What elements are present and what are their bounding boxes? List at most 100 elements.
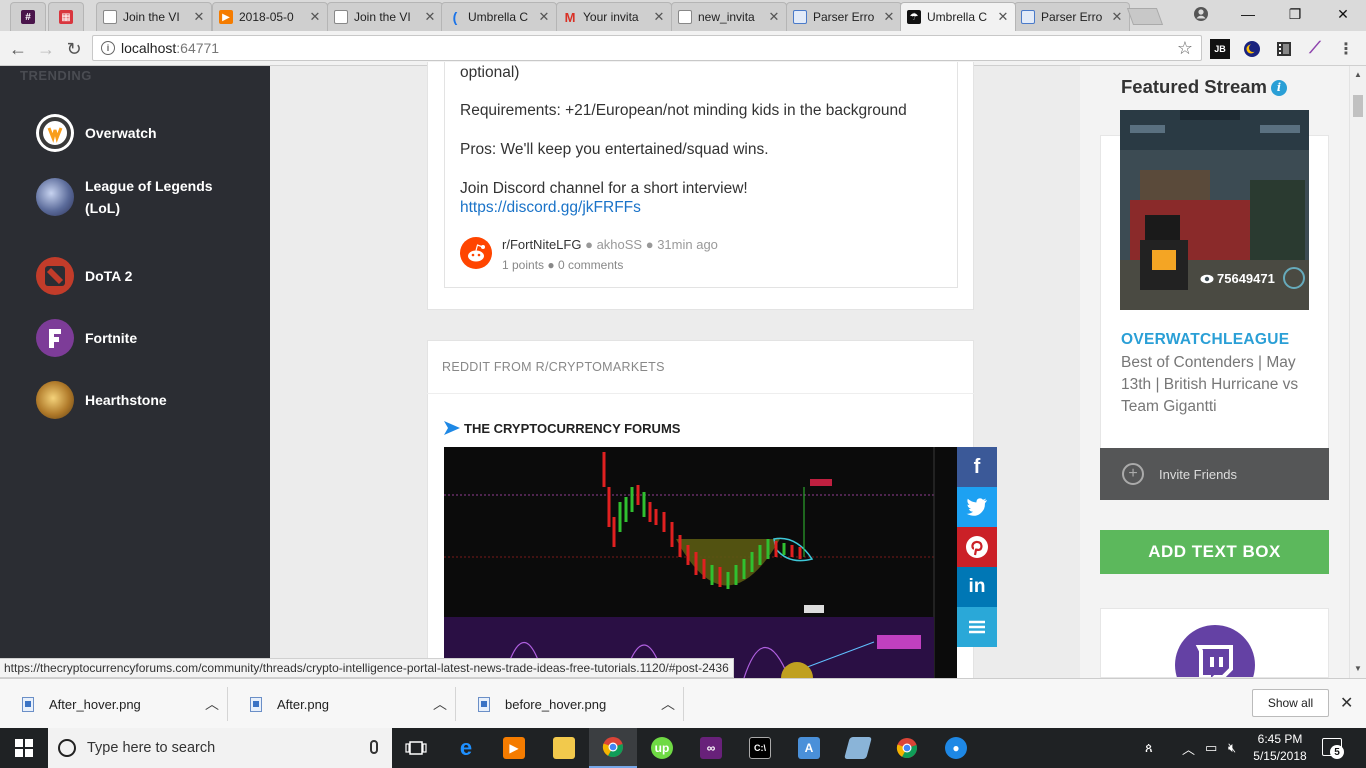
pen-extension-icon[interactable]: ⟋ <box>1305 39 1325 59</box>
close-icon[interactable]: ✕ <box>309 9 321 25</box>
tab-umbrella-active[interactable]: ☂ Umbrella C ✕ <box>900 2 1016 31</box>
tab-label: 2018-05-0 <box>239 10 294 24</box>
restore-button[interactable]: ❐ <box>1272 0 1318 28</box>
forum-title-link[interactable]: THE CRYPTOCURRENCY FORUMS <box>464 421 680 436</box>
umbrella-icon: ☂ <box>907 10 921 24</box>
trading-chart-image[interactable] <box>444 447 957 678</box>
download-item[interactable]: After_hover.png ︿ <box>0 687 228 721</box>
taskbar-clock[interactable]: 6:45 PM 5/15/2018 <box>1245 731 1315 765</box>
maps-icon[interactable]: ● <box>932 728 980 768</box>
microphone-icon[interactable] <box>370 740 378 754</box>
close-icon[interactable]: ✕ <box>653 9 665 25</box>
edge-browser-icon[interactable]: e <box>442 728 490 768</box>
subreddit-link[interactable]: r/FortNiteLFG <box>502 237 581 252</box>
reload-icon[interactable]: ↻ <box>62 37 86 61</box>
chevron-up-icon[interactable]: ︿ <box>653 694 683 714</box>
new-tab-button[interactable] <box>1126 8 1164 25</box>
close-icon[interactable]: ✕ <box>1111 9 1123 25</box>
chrome-icon[interactable] <box>589 728 637 768</box>
scroll-up-icon[interactable]: ▲ <box>1354 70 1362 79</box>
add-text-box-button[interactable]: ADD TEXT BOX <box>1100 530 1329 574</box>
viewer-count-value: 75649471 <box>1217 271 1275 286</box>
close-icon[interactable]: ✕ <box>538 9 550 25</box>
taskbar-search-input[interactable]: Type here to search <box>48 728 392 768</box>
show-all-downloads-button[interactable]: Show all <box>1252 689 1329 717</box>
tab-join-vi-1[interactable]: Join the VI ✕ <box>96 2 212 31</box>
chevron-up-icon[interactable]: ︿ <box>197 694 227 714</box>
media-player-icon[interactable]: ▶ <box>490 728 538 768</box>
sidebar-item-dota2[interactable]: DoTA 2 <box>36 257 266 295</box>
viewer-count: 75649471 <box>1200 271 1275 286</box>
tab-join-vi-2[interactable]: Join the VI ✕ <box>327 2 443 31</box>
profile-icon[interactable] <box>1178 0 1224 28</box>
chrome-2-icon[interactable] <box>883 728 931 768</box>
loading-icon: ( <box>452 9 458 25</box>
sidebar-item-overwatch[interactable]: Overwatch <box>36 114 266 152</box>
linkedin-share-icon[interactable]: in <box>957 567 997 607</box>
people-icon[interactable]: ጰ <box>1145 728 1153 768</box>
upwork-icon[interactable]: up <box>638 728 686 768</box>
tab-gmail[interactable]: M Your invita ✕ <box>556 2 672 31</box>
close-icon[interactable]: ✕ <box>997 9 1009 25</box>
facebook-share-icon[interactable]: f <box>957 447 997 487</box>
film-extension-icon[interactable] <box>1274 39 1294 59</box>
moon-extension-icon[interactable] <box>1242 39 1262 59</box>
stream-channel-link[interactable]: OVERWATCHLEAGUE <box>1121 331 1289 349</box>
scroll-down-icon[interactable]: ▼ <box>1354 664 1362 673</box>
tab-parser-error-2[interactable]: Parser Erro ✕ <box>1014 2 1130 31</box>
sidebar-item-league-of-legends[interactable]: League of Legends (LoL) <box>36 175 266 219</box>
paint-icon[interactable]: A <box>785 728 833 768</box>
buffer-share-icon[interactable] <box>957 607 997 647</box>
tab-slack[interactable]: # <box>10 2 46 31</box>
close-window-button[interactable]: ✕ <box>1320 0 1366 28</box>
tab-parser-error-1[interactable]: Parser Erro ✕ <box>786 2 902 31</box>
sidebar-item-fortnite[interactable]: Fortnite <box>36 319 266 357</box>
twitter-share-icon[interactable] <box>957 487 997 527</box>
volume-muted-icon[interactable]: 🔇︎ <box>1228 728 1236 768</box>
twitch-icon[interactable] <box>1175 625 1255 677</box>
show-hidden-icons[interactable]: ︿ <box>1182 728 1195 768</box>
tab-calendar[interactable]: ▦ <box>48 2 84 31</box>
close-icon[interactable]: ✕ <box>768 9 780 25</box>
tab-umbrella-1[interactable]: ( Umbrella C ✕ <box>441 2 557 31</box>
visual-studio-icon[interactable]: ∞ <box>687 728 735 768</box>
network-icon[interactable]: ▭ <box>1205 728 1217 768</box>
invite-friends-button[interactable]: + Invite Friends <box>1100 448 1329 500</box>
page-scrollbar[interactable]: ▲ ▼ <box>1349 66 1366 678</box>
section-title: REDDIT FROM R/CRYPTOMARKETS <box>442 360 665 374</box>
tab-new-invitation[interactable]: new_invita ✕ <box>671 2 787 31</box>
sidebar-item-hearthstone[interactable]: Hearthstone <box>36 381 266 419</box>
close-icon[interactable]: ✕ <box>424 9 436 25</box>
download-item[interactable]: before_hover.png ︿ <box>456 687 684 721</box>
post-author[interactable]: akhoSS <box>597 237 643 252</box>
file-explorer-icon[interactable] <box>540 728 588 768</box>
overwatch-icon <box>36 114 74 152</box>
close-icon[interactable]: ✕ <box>883 9 895 25</box>
pinterest-share-icon[interactable] <box>957 527 997 567</box>
info-icon[interactable]: i <box>1271 79 1287 96</box>
discord-link[interactable]: https://discord.gg/jkFRFFs <box>460 198 641 217</box>
windows-start-icon[interactable] <box>0 728 48 768</box>
tab-label: Join the VI <box>123 10 180 24</box>
snipping-tool-icon[interactable] <box>834 728 882 768</box>
browser-tab-strip: # ▦ Join the VI ✕ ▶ 2018-05-0 ✕ Join the… <box>0 0 1366 31</box>
game-name: League of Legends (LoL) <box>85 178 213 216</box>
chevron-up-icon[interactable]: ︿ <box>425 694 455 714</box>
post-comments-link[interactable]: 0 comments <box>558 258 623 272</box>
terminal-icon[interactable]: C:\ <box>736 728 784 768</box>
bookmark-star-icon[interactable]: ☆ <box>1177 38 1193 59</box>
menu-dots-icon[interactable]: ⋮ <box>1336 39 1356 59</box>
address-bar[interactable]: i localhost:64771 ☆ <box>92 35 1202 61</box>
jetbrains-extension-icon[interactable]: JB <box>1210 39 1230 59</box>
forward-arrow-icon[interactable]: → <box>34 37 58 61</box>
clock-date: 5/15/2018 <box>1253 749 1307 763</box>
close-downloads-icon[interactable]: ✕ <box>1340 693 1353 713</box>
scrollbar-thumb[interactable] <box>1353 95 1363 117</box>
tab-2018-05[interactable]: ▶ 2018-05-0 ✕ <box>212 2 328 31</box>
site-info-icon[interactable]: i <box>101 41 115 55</box>
task-view-icon[interactable] <box>392 728 440 768</box>
back-arrow-icon[interactable]: ← <box>6 37 30 61</box>
download-item[interactable]: After.png ︿ <box>228 687 456 721</box>
close-icon[interactable]: ✕ <box>193 9 205 25</box>
minimize-button[interactable]: — <box>1225 0 1271 28</box>
